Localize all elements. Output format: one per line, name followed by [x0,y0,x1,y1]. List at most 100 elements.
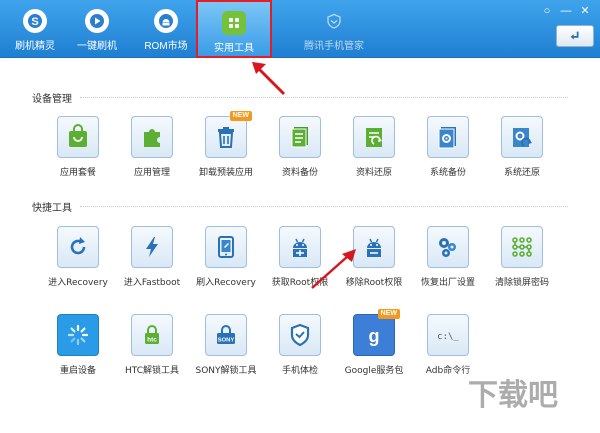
tab-one-click-flash[interactable]: 一键刷机 [70,6,124,54]
android-remove-root-icon [367,238,381,257]
back-button[interactable] [556,25,594,47]
tile-enter-fastboot[interactable]: 进入Fastboot [116,226,188,294]
tile-enter-recovery[interactable]: 进入Recovery [42,226,114,294]
tile-label: 资料还原 [355,168,392,178]
tile-icon-box [279,116,321,158]
section-divider [80,97,568,98]
watermark-logo: 下载吧 [468,378,558,413]
android-icon [154,9,178,33]
tile-icon-box: g NEW [353,309,400,356]
tile-uninstall-preinstalled[interactable]: NEW 卸载预装应用 [190,111,262,184]
tile-sony-unlock[interactable]: SONY SONY解锁工具 [190,314,262,382]
tab-label: ROM市场 [144,41,188,52]
tile-label: 应用管理 [133,168,170,178]
tile-icon-box [501,226,543,268]
tile-icon-box [57,314,99,356]
tile-icon-box [131,116,173,158]
tile-icon-box [427,116,469,158]
tile-label: 进入Recovery [48,278,108,288]
tile-icon-box: htc [131,314,173,356]
play-icon [85,9,109,33]
sony-text: SONY [218,337,235,343]
minimize-icon[interactable]: — [559,4,573,18]
terminal-icon: c:\_ [437,332,459,342]
refresh-icon [70,237,86,255]
tile-icon-box [501,116,543,158]
logo-s-icon: S [23,9,47,33]
tile-phone-checkup[interactable]: 手机体检 [264,314,336,382]
tile-data-restore[interactable]: 资料还原 [338,116,410,184]
annotation-arrow-up [252,62,286,96]
tab-practical-tools[interactable]: 实用工具 [207,8,261,56]
tile-app-management[interactable]: 应用管理 [116,116,188,184]
sony-lock-icon: SONY [217,325,235,344]
new-badge: NEW [377,309,400,319]
tablet-icon [218,236,234,258]
shopping-bag-icon [69,124,87,147]
document-restore-icon [366,128,382,147]
tile-htc-unlock[interactable]: htc HTC解锁工具 [116,314,188,382]
return-arrow-icon [570,31,579,40]
tile-icon-box [427,226,469,268]
tile-label: 清除锁屏密码 [494,278,549,288]
system-restore-icon [513,128,532,147]
tile-icon-box [279,314,321,356]
tab-label: 刷机精灵 [15,41,55,52]
tile-label: HTC解锁工具 [124,366,180,376]
tile-label: 刷入Recovery [196,278,256,288]
tile-label: Google服务包 [344,366,404,376]
grid-icon [222,11,246,35]
tile-icon-box: SONY [205,314,247,356]
tab-label: 一键刷机 [77,41,117,52]
tile-icon-box: NEW [205,111,252,158]
tab-rom-market[interactable]: ROM市场 [136,6,196,54]
section-divider [80,206,568,207]
shield-icon [322,9,346,33]
tab-tencent-manager[interactable]: 腾讯手机管家 [290,6,378,54]
section-title-device-management: 设备管理 [32,94,72,105]
spinner-icon [67,324,89,346]
tile-system-backup[interactable]: 系统备份 [412,116,484,184]
tile-google-services[interactable]: g NEW Google服务包 [338,309,410,382]
tile-flash-recovery[interactable]: 刷入Recovery [190,226,262,294]
lightning-icon [146,237,158,257]
svg-text:S: S [31,16,38,28]
tile-clear-lock-password[interactable]: 清除锁屏密码 [486,226,558,294]
tile-label: 系统备份 [429,168,466,178]
svg-text:g: g [369,326,380,346]
tile-label: 系统还原 [503,168,540,178]
document-icon [291,127,308,148]
annotation-arrow-diagonal [311,249,356,289]
top-toolbar: S 刷机精灵 一键刷机 ROM市场 实用工具 腾讯手机管家 ○ — ✕ [0,0,600,58]
tile-system-restore[interactable]: 系统还原 [486,116,558,184]
tab-practical-tools-active[interactable]: 实用工具 [196,0,272,58]
tile-icon-box [57,226,99,268]
puzzle-icon [144,129,160,147]
new-badge: NEW [229,111,252,121]
tile-label: 重启设备 [59,366,96,376]
close-icon[interactable]: ✕ [578,4,592,18]
shield-check-icon [290,323,310,347]
tab-label: 实用工具 [214,43,254,54]
tile-label: SONY解锁工具 [195,366,257,376]
tile-reboot-device[interactable]: 重启设备 [42,314,114,382]
trash-icon [218,127,234,148]
tile-app-bundle[interactable]: 应用套餐 [42,116,114,184]
tile-label: 卸载预装应用 [198,168,253,178]
menu-icon[interactable]: ○ [540,4,554,18]
tile-label: 进入Fastboot [123,278,181,288]
tile-icon-box [353,116,395,158]
section-title-quick-tools: 快捷工具 [32,203,72,214]
tile-icon-box [131,226,173,268]
gears-icon [439,238,456,257]
tile-label: 应用套餐 [59,168,96,178]
tile-factory-reset[interactable]: 恢复出厂设置 [412,226,484,294]
tile-data-backup[interactable]: 资料备份 [264,116,336,184]
tab-shuaji-jingling[interactable]: S 刷机精灵 [8,6,62,54]
tile-label: 手机体检 [281,366,318,376]
tile-label: 资料备份 [281,168,318,178]
terminal-text: c:\_ [437,332,459,342]
tile-icon-box [57,116,99,158]
system-backup-icon [438,127,456,149]
htc-text: htc [147,337,157,344]
